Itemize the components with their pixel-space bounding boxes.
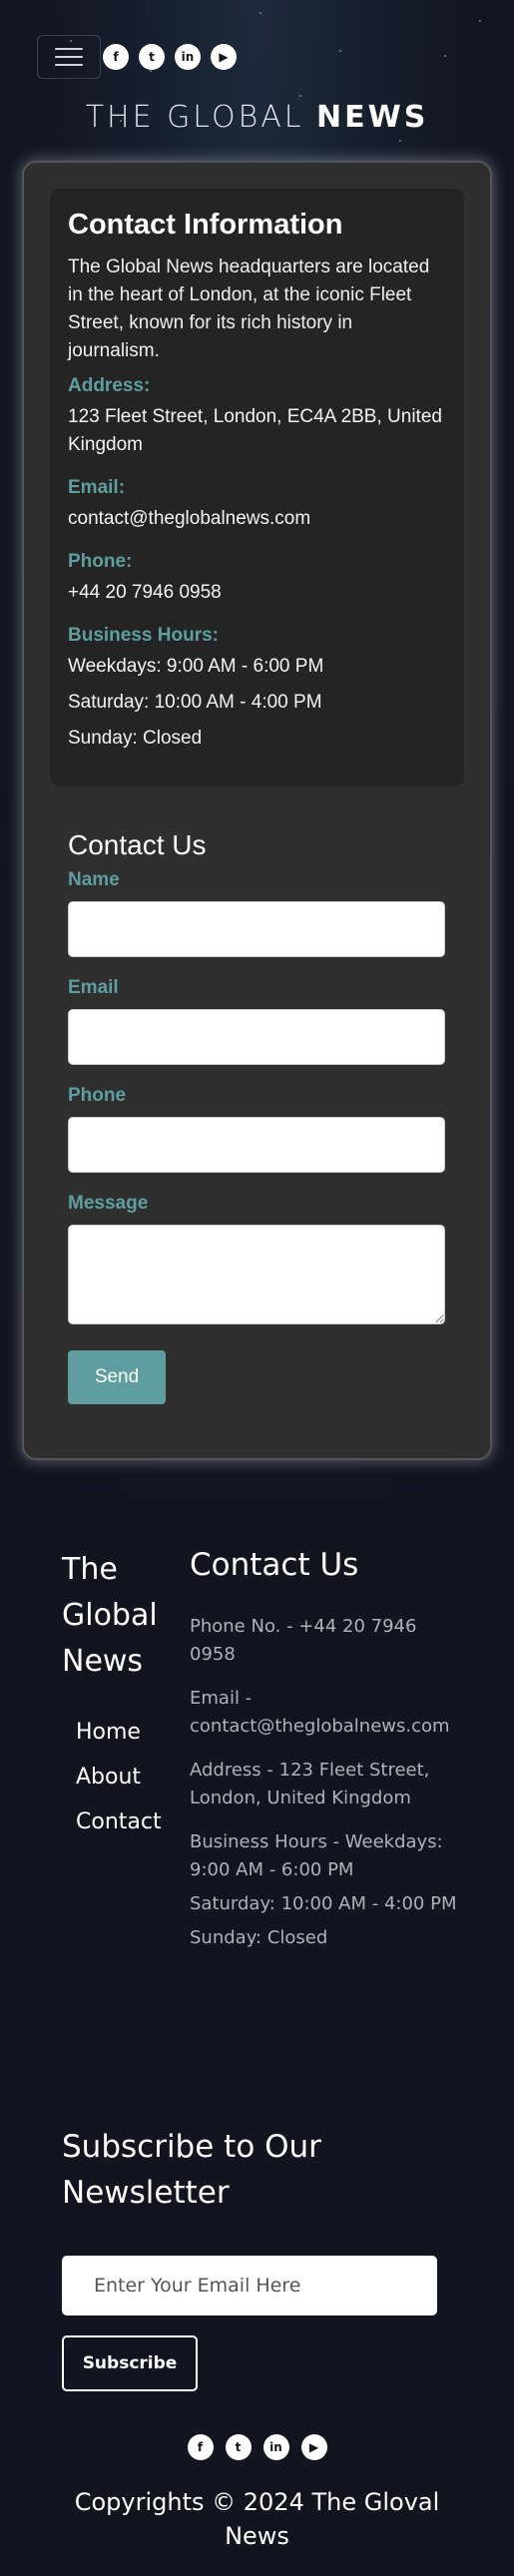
footer-hours-saturday: Saturday: 10:00 AM - 4:00 PM (190, 1893, 457, 1914)
footer-social-links: f t in ▶ (0, 2434, 514, 2460)
email-label: Email: (68, 477, 126, 498)
hours-weekdays: Weekdays: 9:00 AM - 6:00 PM (68, 656, 324, 677)
hours-saturday: Saturday: 10:00 AM - 4:00 PM (68, 692, 322, 713)
footer-email: Email - contact@theglobalnews.com (190, 1688, 450, 1737)
header-social-links: f t in ▶ (103, 44, 237, 70)
linkedin-icon[interactable]: in (175, 44, 201, 70)
newsletter-title: Subscribe to Our Newsletter (62, 2129, 321, 2211)
phone-value: +44 20 7946 0958 (68, 582, 222, 603)
youtube-icon[interactable]: ▶ (300, 2434, 327, 2460)
contact-intro: The Global News headquarters are located… (68, 257, 430, 361)
footer-hours-weekdays: Business Hours - Weekdays: 9:00 AM - 6:0… (190, 1831, 443, 1880)
footer-link-about[interactable]: About (76, 1765, 162, 1790)
footer-nav: Home About Contact (76, 1720, 162, 1854)
email-input[interactable] (68, 1009, 445, 1065)
footer-brand: The Global News (62, 1552, 158, 1679)
facebook-icon[interactable]: f (187, 2434, 214, 2460)
newsletter-email-input[interactable] (62, 2256, 437, 2316)
send-button[interactable]: Send (68, 1350, 166, 1404)
copyright-text: Copyrights © 2024 The Gloval News (74, 2488, 440, 2550)
newsletter-section: Subscribe to Our Newsletter Subscribe (62, 2124, 461, 2391)
contact-information-title: Contact Information (68, 209, 343, 241)
phone-label-form: Phone (68, 1085, 127, 1106)
business-hours-label: Business Hours: (68, 625, 219, 646)
linkedin-icon[interactable]: in (262, 2434, 289, 2460)
youtube-icon[interactable]: ▶ (211, 44, 237, 70)
footer-hours-sunday: Sunday: Closed (190, 1927, 328, 1948)
email-label-form: Email (68, 977, 119, 998)
subscribe-button[interactable]: Subscribe (62, 2335, 198, 2391)
contact-information-panel: Contact Information The Global News head… (50, 189, 464, 786)
footer-phone: Phone No. - +44 20 7946 0958 (190, 1616, 417, 1665)
site-logo[interactable]: THE GLOBAL NEWS (0, 100, 514, 135)
address-value: 123 Fleet Street, London, EC4A 2BB, Unit… (68, 406, 442, 455)
message-label: Message (68, 1193, 149, 1214)
contact-form-title: Contact Us (68, 829, 207, 860)
contact-form-body: Contact Us Name Email Phone Message Send (68, 829, 447, 1404)
phone-input[interactable] (68, 1117, 445, 1173)
name-label: Name (68, 869, 120, 890)
footer-contact-title: Contact Us (190, 1547, 359, 1583)
footer-contact: Contact Us Phone No. - +44 20 7946 0958 … (190, 1547, 459, 1968)
footer-address: Address - 123 Fleet Street, London, Unit… (190, 1760, 430, 1808)
site-footer: The Global News Home About Contact Conta… (0, 1497, 514, 2576)
logo-light-text: THE GLOBAL (85, 100, 304, 135)
email-value: contact@theglobalnews.com (68, 508, 311, 529)
twitter-icon[interactable]: t (139, 44, 165, 70)
message-textarea[interactable] (68, 1225, 445, 1324)
menu-toggle-button[interactable] (37, 35, 101, 79)
name-input[interactable] (68, 901, 445, 957)
address-label: Address: (68, 375, 151, 396)
twitter-icon[interactable]: t (225, 2434, 252, 2460)
facebook-icon[interactable]: f (103, 44, 129, 70)
logo-bold-text: NEWS (316, 100, 429, 135)
top-navbar: f t in ▶ (37, 33, 237, 81)
phone-label: Phone: (68, 551, 133, 572)
footer-link-contact[interactable]: Contact (76, 1809, 162, 1834)
footer-link-home[interactable]: Home (76, 1720, 162, 1745)
hours-sunday: Sunday: Closed (68, 728, 203, 749)
